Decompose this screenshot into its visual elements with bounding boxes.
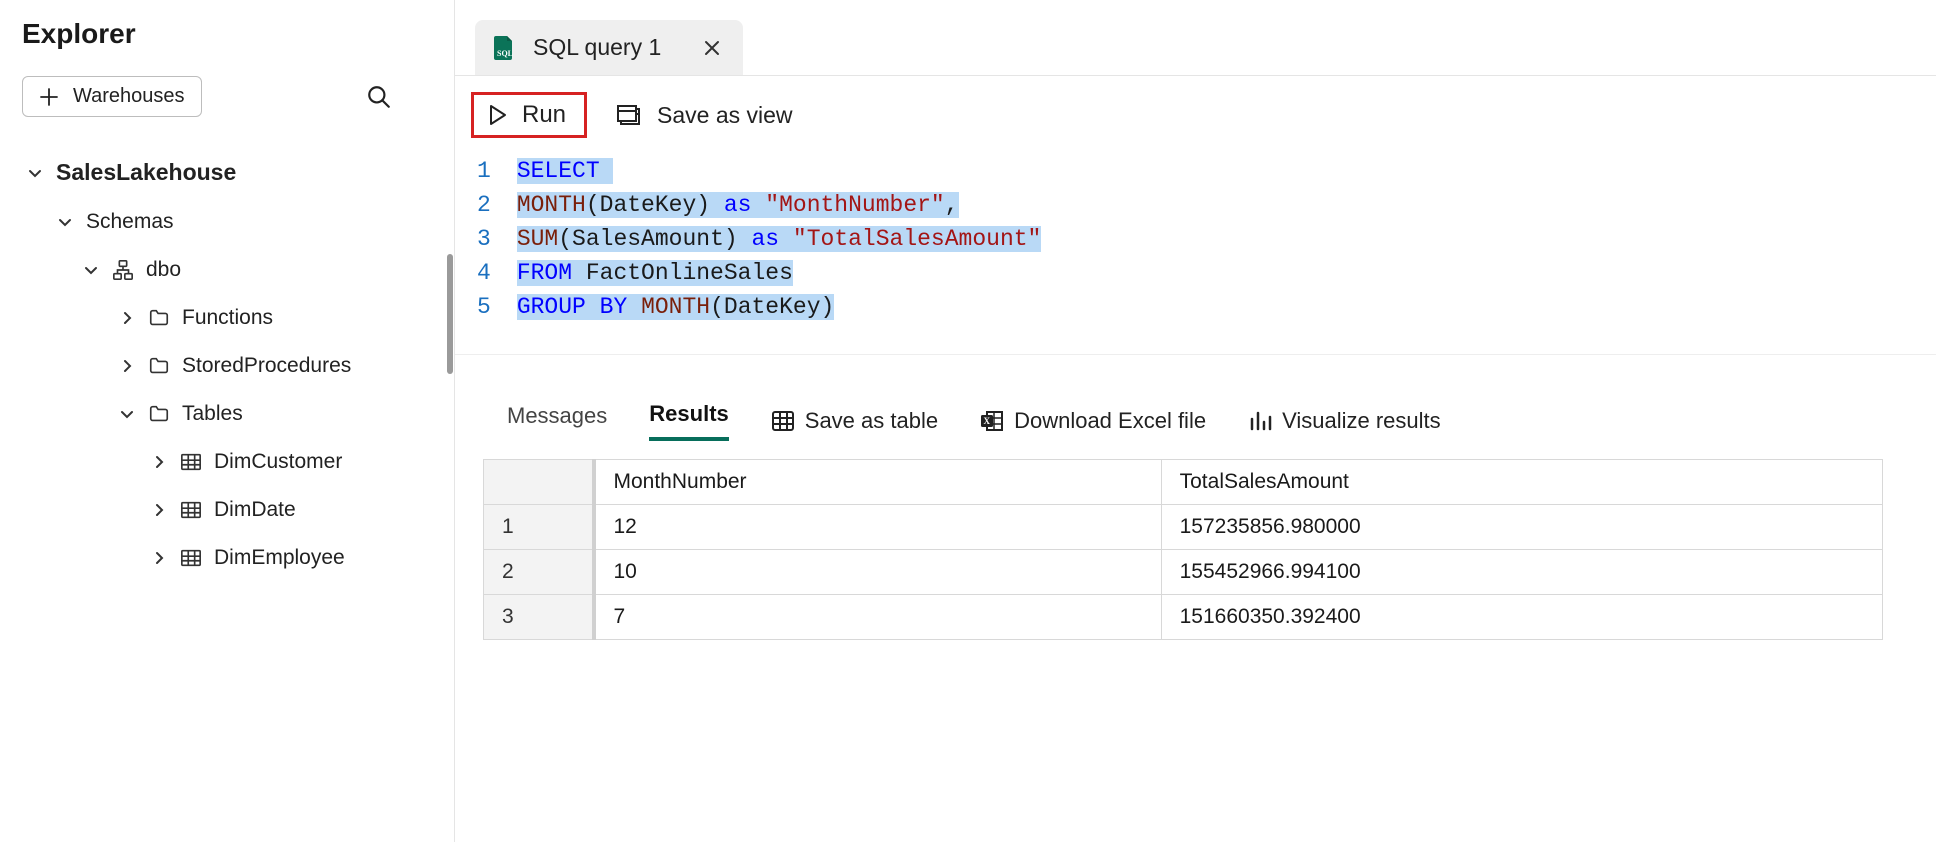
results-tab[interactable]: Results xyxy=(649,401,728,441)
folder-icon xyxy=(148,355,170,377)
tree-tables-label: Tables xyxy=(182,402,243,426)
table-icon xyxy=(180,499,202,521)
editor-toolbar: Run Save as view xyxy=(455,76,1936,154)
save-as-table-button[interactable]: Save as table xyxy=(771,408,938,434)
table-row[interactable]: 210155452966.994100 xyxy=(484,550,1883,595)
folder-icon xyxy=(148,307,170,329)
cell[interactable]: 12 xyxy=(594,505,1162,550)
results-grid-wrap: MonthNumberTotalSalesAmount 112157235856… xyxy=(455,451,1936,842)
visualize-results-button[interactable]: Visualize results xyxy=(1248,408,1441,434)
editor-code[interactable]: SELECT MONTH(DateKey) as "MonthNumber",S… xyxy=(517,154,1042,324)
column-header[interactable]: TotalSalesAmount xyxy=(1161,460,1882,505)
svg-text:SQL: SQL xyxy=(497,49,513,58)
table-row[interactable]: 112157235856.980000 xyxy=(484,505,1883,550)
rownum-cell: 3 xyxy=(484,595,594,640)
tree-table[interactable]: DimEmployee xyxy=(22,534,432,582)
tree-table[interactable]: DimDate xyxy=(22,486,432,534)
sql-editor[interactable]: 12345 SELECT MONTH(DateKey) as "MonthNum… xyxy=(455,154,1936,355)
tree-schemas[interactable]: Schemas xyxy=(22,198,432,246)
table-row[interactable]: 37151660350.392400 xyxy=(484,595,1883,640)
excel-icon: X xyxy=(980,409,1004,433)
save-as-view-label: Save as view xyxy=(657,102,793,129)
tree-table-label: DimDate xyxy=(214,498,296,522)
explorer-title: Explorer xyxy=(22,18,432,50)
tree-schema-dbo[interactable]: dbo xyxy=(22,246,432,294)
main-panel: SQL SQL query 1 Run Save as view 12345 S… xyxy=(455,0,1936,842)
object-tree: SalesLakehouse Schemas dbo Functio xyxy=(22,147,432,582)
tree-storedprocedures[interactable]: StoredProcedures xyxy=(22,342,432,390)
tree-functions[interactable]: Functions xyxy=(22,294,432,342)
run-label: Run xyxy=(522,101,566,129)
chevron-down-icon xyxy=(26,165,44,181)
run-button[interactable]: Run xyxy=(471,92,587,138)
tree-lakehouse-label: SalesLakehouse xyxy=(56,159,236,186)
cell[interactable]: 151660350.392400 xyxy=(1161,595,1882,640)
table-icon xyxy=(771,409,795,433)
save-as-view-button[interactable]: Save as view xyxy=(617,102,793,129)
close-tab-button[interactable] xyxy=(703,39,721,57)
cell[interactable]: 7 xyxy=(594,595,1162,640)
table-icon xyxy=(180,451,202,473)
visualize-results-label: Visualize results xyxy=(1282,408,1441,434)
results-toolbar: Messages Results Save as table X Downloa… xyxy=(455,355,1936,451)
messages-tab[interactable]: Messages xyxy=(507,403,607,439)
chevron-down-icon xyxy=(118,406,136,422)
editor-tab-label: SQL query 1 xyxy=(533,34,661,61)
tree-tables[interactable]: Tables xyxy=(22,390,432,438)
plus-icon xyxy=(39,87,59,107)
rownum-cell: 1 xyxy=(484,505,594,550)
folder-icon xyxy=(148,403,170,425)
column-header[interactable]: MonthNumber xyxy=(594,460,1162,505)
chart-icon xyxy=(1248,409,1272,433)
save-as-view-icon xyxy=(617,102,643,128)
download-excel-label: Download Excel file xyxy=(1014,408,1206,434)
results-grid[interactable]: MonthNumberTotalSalesAmount 112157235856… xyxy=(483,459,1883,640)
editor-tabstrip: SQL SQL query 1 xyxy=(455,0,1936,76)
chevron-down-icon xyxy=(82,262,100,278)
chevron-right-icon xyxy=(118,310,136,326)
search-button[interactable] xyxy=(362,80,396,114)
tree-table-label: DimEmployee xyxy=(214,546,345,570)
schema-icon xyxy=(112,259,134,281)
tree-table[interactable]: DimCustomer xyxy=(22,438,432,486)
tree-table-label: DimCustomer xyxy=(214,450,342,474)
rownum-header xyxy=(484,460,594,505)
tree-functions-label: Functions xyxy=(182,306,273,330)
cell[interactable]: 10 xyxy=(594,550,1162,595)
tree-schemas-label: Schemas xyxy=(86,210,174,234)
chevron-right-icon xyxy=(150,550,168,566)
tree-lakehouse[interactable]: SalesLakehouse xyxy=(22,147,432,198)
editor-tab[interactable]: SQL SQL query 1 xyxy=(475,20,743,75)
tree-storedprocedures-label: StoredProcedures xyxy=(182,354,351,378)
tree-schema-label: dbo xyxy=(146,258,181,282)
add-warehouses-button[interactable]: Warehouses xyxy=(22,76,202,117)
explorer-panel: Explorer Warehouses SalesLakehouse Schem… xyxy=(0,0,455,842)
chevron-right-icon xyxy=(150,502,168,518)
svg-text:X: X xyxy=(984,416,991,426)
splitter-handle[interactable] xyxy=(447,254,453,374)
save-as-table-label: Save as table xyxy=(805,408,938,434)
play-icon xyxy=(488,104,508,126)
chevron-right-icon xyxy=(150,454,168,470)
chevron-right-icon xyxy=(118,358,136,374)
table-icon xyxy=(180,547,202,569)
search-icon xyxy=(366,84,392,110)
warehouses-label: Warehouses xyxy=(73,85,185,108)
rownum-cell: 2 xyxy=(484,550,594,595)
download-excel-button[interactable]: X Download Excel file xyxy=(980,408,1206,434)
sql-file-icon: SQL xyxy=(493,35,515,61)
cell[interactable]: 157235856.980000 xyxy=(1161,505,1882,550)
cell[interactable]: 155452966.994100 xyxy=(1161,550,1882,595)
editor-gutter: 12345 xyxy=(477,154,517,324)
chevron-down-icon xyxy=(56,214,74,230)
